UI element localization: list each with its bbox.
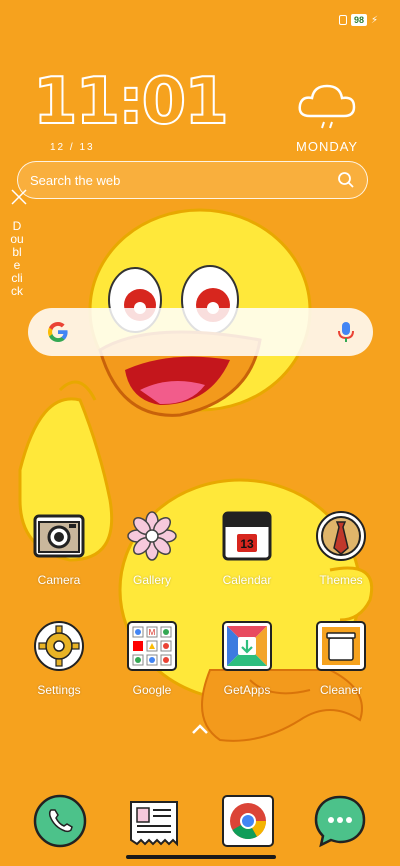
mic-icon[interactable]	[337, 320, 355, 344]
app-getapps[interactable]: GetApps	[207, 620, 287, 697]
app-label: Camera	[37, 573, 81, 587]
home-indicator[interactable]	[126, 855, 276, 859]
messages-icon[interactable]	[313, 794, 367, 848]
trash-icon	[316, 621, 366, 671]
clock-time[interactable]: 11:01	[32, 69, 230, 135]
app-label: Calendar	[222, 573, 272, 587]
web-search-placeholder: Search the web	[30, 172, 121, 188]
sim-icon	[338, 15, 347, 25]
svg-text:M: M	[149, 628, 156, 637]
chevron-up-icon[interactable]	[189, 722, 211, 736]
cloud-rain-icon[interactable]	[296, 80, 358, 136]
tie-icon	[316, 511, 366, 561]
google-g-icon	[48, 322, 68, 342]
getapps-icon	[222, 621, 272, 671]
search-icon[interactable]	[337, 171, 355, 189]
google-search-bar[interactable]	[28, 308, 373, 356]
bolt-icon: ⚡	[370, 14, 378, 26]
app-settings[interactable]: Settings	[19, 620, 99, 697]
status-bar: 98 ⚡	[338, 14, 378, 26]
contacts-icon[interactable]	[127, 794, 181, 848]
app-label: Settings	[37, 683, 81, 697]
app-camera[interactable]: Camera	[19, 510, 99, 587]
app-gallery[interactable]: Gallery	[112, 510, 192, 587]
weekday: MONDAY	[296, 139, 359, 154]
app-label: Cleaner	[319, 683, 363, 697]
app-label: GetApps	[223, 683, 271, 697]
app-google-folder[interactable]: M Google	[112, 620, 192, 697]
google-folder-icon: M	[127, 621, 177, 671]
app-themes[interactable]: Themes	[301, 510, 381, 587]
app-label: Google	[132, 683, 172, 697]
app-label: Themes	[319, 573, 363, 587]
calendar-day: 13	[240, 537, 254, 551]
camera-icon	[33, 514, 85, 558]
app-calendar[interactable]: 13 Calendar	[207, 510, 287, 587]
flower-icon	[127, 511, 177, 561]
gear-icon	[34, 621, 84, 671]
battery-level: 98	[350, 14, 367, 26]
calendar-icon: 13	[222, 511, 272, 561]
phone-icon[interactable]	[33, 794, 87, 848]
app-label: Gallery	[132, 573, 171, 587]
web-search-bar[interactable]: Search the web	[17, 161, 368, 199]
app-cleaner[interactable]: Cleaner	[301, 620, 381, 697]
clock-date: 12 / 13	[50, 142, 95, 153]
chrome-icon[interactable]	[221, 794, 275, 848]
